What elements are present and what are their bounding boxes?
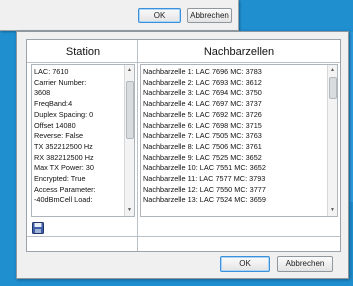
list-item[interactable]: Nachbarzelle 10: LAC 7551 MC: 3652 — [143, 163, 325, 174]
nachbarzellen-column-header: Nachbarzellen — [203, 46, 275, 58]
save-icon[interactable] — [32, 221, 44, 234]
list-item[interactable]: LAC: 7610 — [34, 67, 122, 78]
scroll-down-icon[interactable]: ▼ — [328, 206, 337, 215]
station-dialog: Station Nachbarzellen LAC: 7610 Carrier N… — [16, 31, 349, 279]
scroll-up-icon[interactable]: ▲ — [125, 66, 134, 75]
list-item[interactable]: Reverse: False — [34, 131, 122, 142]
station-panel: Station Nachbarzellen LAC: 7610 Carrier N… — [26, 39, 341, 252]
header-divider — [27, 62, 340, 63]
neighbor-list-scrollbar[interactable]: ▲ ▼ — [327, 65, 337, 216]
list-item[interactable]: 3608 — [34, 88, 122, 99]
list-item[interactable]: TX 352212500 Hz — [34, 142, 122, 153]
list-item[interactable]: Nachbarzelle 8: LAC 7506 MC: 3761 — [143, 142, 325, 153]
background-dialog: OK Abbrechen — [0, 0, 239, 31]
panel-bottom-divider — [27, 236, 340, 237]
list-item[interactable]: FreqBand:4 — [34, 99, 122, 110]
scrollbar-thumb[interactable] — [126, 81, 134, 139]
list-item[interactable]: -40dBmCell Load: — [34, 195, 122, 206]
list-item[interactable]: Duplex Spacing: 0 — [34, 110, 122, 121]
list-item[interactable]: Nachbarzelle 6: LAC 7698 MC: 3715 — [143, 121, 325, 132]
list-item[interactable]: Nachbarzelle 4: LAC 7697 MC: 3737 — [143, 99, 325, 110]
list-item[interactable]: Nachbarzelle 2: LAC 7693 MC: 3612 — [143, 78, 325, 89]
scroll-down-icon[interactable]: ▼ — [125, 206, 134, 215]
column-divider — [137, 40, 138, 251]
list-item[interactable]: Nachbarzelle 1: LAC 7696 MC: 3783 — [143, 67, 325, 78]
list-item[interactable]: Nachbarzelle 5: LAC 7692 MC: 3726 — [143, 110, 325, 121]
list-item[interactable]: Offset 14080 — [34, 121, 122, 132]
background-cancel-button[interactable]: Abbrechen — [187, 8, 232, 23]
list-item[interactable]: Nachbarzelle 7: LAC 7505 MC: 3763 — [143, 131, 325, 142]
scrollbar-thumb[interactable] — [329, 77, 337, 99]
list-item[interactable]: Carrier Number: — [34, 78, 122, 89]
station-info-list[interactable]: LAC: 7610 Carrier Number: 3608 FreqBand:4 Du… — [31, 64, 135, 217]
list-item[interactable]: Encrypted: True — [34, 174, 122, 185]
list-item[interactable]: Nachbarzelle 11: LAC 7577 MC: 3793 — [143, 174, 325, 185]
station-list-scrollbar[interactable]: ▲ ▼ — [124, 65, 134, 216]
list-item[interactable]: RX 382212500 Hz — [34, 153, 122, 164]
background-ok-button[interactable]: OK — [138, 8, 181, 23]
list-item[interactable]: Access Parameter: — [34, 185, 122, 196]
station-column-header: Station — [65, 46, 101, 58]
ok-button[interactable]: OK — [220, 256, 270, 272]
neighbor-cells-list[interactable]: Nachbarzelle 1: LAC 7696 MC: 3783 Nachbar… — [140, 64, 338, 217]
list-item[interactable]: Nachbarzelle 3: LAC 7694 MC: 3750 — [143, 88, 325, 99]
cancel-button[interactable]: Abbrechen — [277, 256, 333, 272]
list-item[interactable]: Nachbarzelle 12: LAC 7550 MC: 3777 — [143, 185, 325, 196]
list-item[interactable]: Max TX Power: 30 — [34, 163, 122, 174]
list-item[interactable]: Nachbarzelle 9: LAC 7525 MC: 3652 — [143, 153, 325, 164]
scroll-up-icon[interactable]: ▲ — [328, 66, 337, 75]
list-item[interactable]: Nachbarzelle 13: LAC 7524 MC: 3659 — [143, 195, 325, 206]
